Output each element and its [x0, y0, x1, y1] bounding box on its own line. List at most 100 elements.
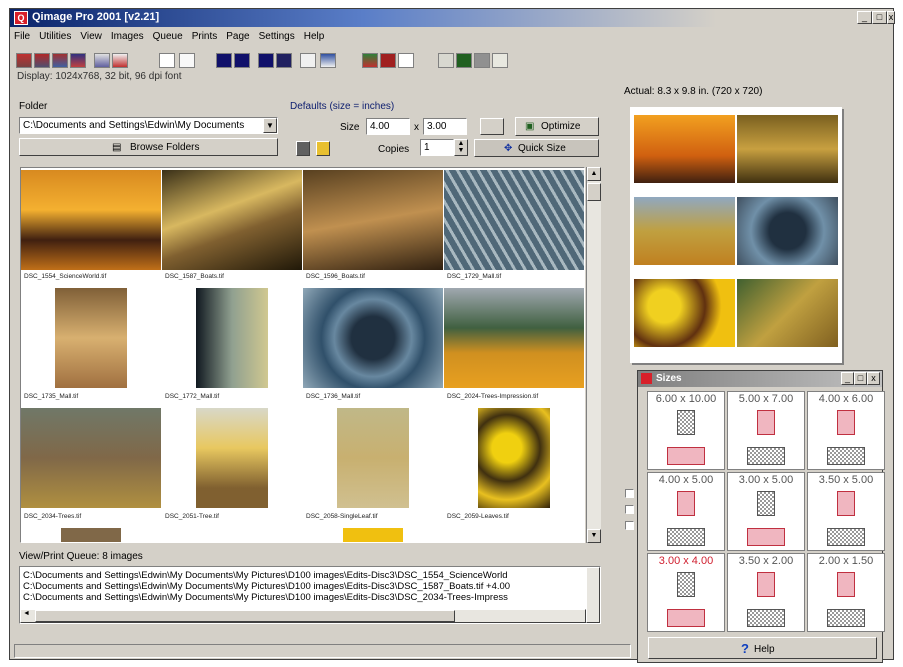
- thumbnail-image[interactable]: [444, 288, 584, 388]
- thumbnail-image[interactable]: [21, 170, 161, 270]
- menu-prints[interactable]: Prints: [192, 31, 218, 42]
- landscape-preview-icon[interactable]: [667, 447, 705, 465]
- thumbnail[interactable]: DSC_2058-SingleLeaf.tif: [303, 406, 444, 526]
- menu-settings[interactable]: Settings: [259, 31, 295, 42]
- queue-hscrollbar[interactable]: ◄: [20, 609, 586, 623]
- save-image-icon[interactable]: [34, 53, 50, 68]
- queue-item[interactable]: C:\Documents and Settings\Edwin\My Docum…: [23, 592, 583, 603]
- sizes-minimize-button[interactable]: _: [841, 372, 854, 385]
- size-option[interactable]: 6.00 x 10.00: [647, 391, 725, 470]
- layout-columns-icon[interactable]: [258, 53, 274, 68]
- add-to-queue-icon[interactable]: [94, 53, 110, 68]
- scroll-thumb[interactable]: [587, 183, 601, 201]
- title-bar[interactable]: Q Qimage Pro 2001 [v2.21]: [10, 9, 893, 27]
- thumbnail-image[interactable]: [196, 288, 268, 388]
- thumbnail[interactable]: DSC_2059-Leaves.tif: [444, 406, 584, 526]
- quick-size-button[interactable]: ✥ Quick Size: [474, 139, 599, 157]
- thumbnail-image[interactable]: [478, 408, 550, 508]
- printer-icon[interactable]: [474, 53, 490, 68]
- copies-spinner[interactable]: ▲ ▼: [454, 139, 468, 156]
- size-option[interactable]: 3.00 x 5.00: [727, 472, 805, 551]
- portrait-preview-icon[interactable]: [757, 410, 775, 435]
- side-checkbox[interactable]: [625, 505, 634, 514]
- thumbnail-partial[interactable]: [343, 528, 403, 542]
- layout-grid-icon[interactable]: [216, 53, 232, 68]
- queue-item[interactable]: C:\Documents and Settings\Edwin\My Docum…: [23, 581, 583, 592]
- queue-hscroll-thumb[interactable]: [35, 610, 455, 622]
- folder-dropdown-arrow-icon[interactable]: ▼: [263, 118, 277, 133]
- remove-from-queue-icon[interactable]: [112, 53, 128, 68]
- portrait-preview-icon[interactable]: [837, 491, 855, 516]
- landscape-preview-icon[interactable]: [747, 447, 785, 465]
- layout-fit-icon[interactable]: [276, 53, 292, 68]
- thumbnail[interactable]: DSC_2051-Tree.tif: [162, 406, 303, 526]
- portrait-preview-icon[interactable]: [837, 572, 855, 597]
- sizes-help-button[interactable]: ? Help: [648, 637, 877, 659]
- portrait-page-icon[interactable]: [159, 53, 175, 68]
- browse-folders-button[interactable]: ▤ Browse Folders: [19, 138, 278, 156]
- thumbnail[interactable]: DSC_1772_Mall.tif: [162, 286, 303, 406]
- app-icon[interactable]: Q: [14, 11, 28, 25]
- landscape-preview-icon[interactable]: [827, 528, 865, 546]
- portrait-preview-icon[interactable]: [757, 572, 775, 597]
- portrait-preview-icon[interactable]: [677, 410, 695, 435]
- scroll-down-arrow-icon[interactable]: ▼: [587, 529, 601, 543]
- size-option[interactable]: 3.50 x 5.00: [807, 472, 885, 551]
- lock-icon[interactable]: [296, 141, 310, 156]
- thumbnail[interactable]: DSC_1735_Mall.tif: [21, 286, 162, 406]
- thumbnail-image[interactable]: [303, 288, 443, 388]
- red-eye-icon[interactable]: [380, 53, 396, 68]
- menu-queue[interactable]: Queue: [153, 31, 183, 42]
- thumbnail-scrollbar[interactable]: ▲ ▼: [586, 167, 601, 543]
- portrait-preview-icon[interactable]: [837, 410, 855, 435]
- menu-images[interactable]: Images: [111, 31, 144, 42]
- thumbnail-image[interactable]: [162, 170, 302, 270]
- portrait-preview-icon[interactable]: [757, 491, 775, 516]
- side-checkbox[interactable]: [625, 489, 634, 498]
- print-preview-page[interactable]: [630, 107, 842, 363]
- maximize-button[interactable]: □: [872, 11, 887, 24]
- thumbnail[interactable]: DSC_2034-Trees.tif: [21, 406, 162, 526]
- bulb-icon[interactable]: [316, 141, 330, 156]
- thumbnail[interactable]: DSC_2024-Trees-Impression.tif: [444, 286, 584, 406]
- queue-item[interactable]: C:\Documents and Settings\Edwin\My Docum…: [23, 570, 583, 581]
- landscape-preview-icon[interactable]: [667, 609, 705, 627]
- thumbnail-partial[interactable]: [202, 528, 262, 542]
- size-option[interactable]: 2.00 x 1.50: [807, 553, 885, 632]
- thumbnail[interactable]: DSC_1587_Boats.tif: [162, 168, 303, 286]
- flag-icon[interactable]: [300, 53, 316, 68]
- menu-utilities[interactable]: Utilities: [39, 31, 71, 42]
- side-checkbox[interactable]: [625, 521, 634, 530]
- export-image-icon[interactable]: [70, 53, 86, 68]
- portrait-preview-icon[interactable]: [677, 572, 695, 597]
- thumbnail-partial[interactable]: [484, 528, 544, 542]
- film-icon[interactable]: [456, 53, 472, 68]
- rotate-icon[interactable]: [320, 53, 336, 68]
- size-option[interactable]: 3.50 x 2.00: [727, 553, 805, 632]
- close-button[interactable]: x: [887, 11, 895, 24]
- minimize-button[interactable]: _: [857, 11, 872, 24]
- menu-view[interactable]: View: [80, 31, 102, 42]
- height-input[interactable]: 3.00: [423, 118, 467, 135]
- menu-page[interactable]: Page: [226, 31, 249, 42]
- size-option[interactable]: 4.00 x 6.00: [807, 391, 885, 470]
- size-swap-button[interactable]: [480, 118, 504, 135]
- size-option[interactable]: 4.00 x 5.00: [647, 472, 725, 551]
- queue-vscrollbar[interactable]: [586, 567, 600, 623]
- scroll-left-arrow-icon[interactable]: ◄: [23, 610, 30, 617]
- sizes-close-button[interactable]: x: [867, 372, 880, 385]
- landscape-preview-icon[interactable]: [827, 447, 865, 465]
- thumbnail[interactable]: DSC_1554_ScienceWorld.tif: [21, 168, 162, 286]
- sizes-maximize-button[interactable]: □: [854, 372, 867, 385]
- thumbnail-image[interactable]: [337, 408, 409, 508]
- landscape-page-icon[interactable]: [179, 53, 195, 68]
- menu-file[interactable]: File: [14, 31, 30, 42]
- layout-single-icon[interactable]: [234, 53, 250, 68]
- optimize-button[interactable]: ▣ Optimize: [515, 117, 599, 136]
- landscape-preview-icon[interactable]: [747, 528, 785, 546]
- queue-list[interactable]: C:\Documents and Settings\Edwin\My Docum…: [19, 566, 601, 624]
- thumbnail-image[interactable]: [55, 288, 127, 388]
- menu-help[interactable]: Help: [304, 31, 325, 42]
- sizes-title-bar[interactable]: Sizes _ □ x: [638, 371, 882, 387]
- size-option[interactable]: 5.00 x 7.00: [727, 391, 805, 470]
